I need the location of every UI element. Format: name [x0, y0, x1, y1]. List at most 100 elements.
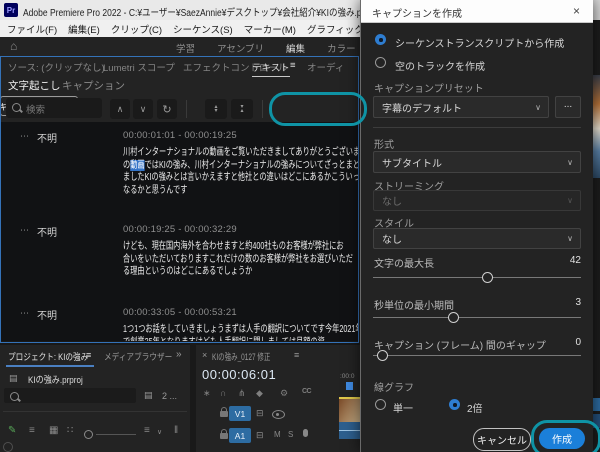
- panel-menu-icon[interactable]: ≡: [290, 60, 296, 73]
- audio-clip[interactable]: [339, 422, 360, 439]
- slider-track-2[interactable]: [373, 355, 581, 356]
- voiceover-record-mic-icon[interactable]: [303, 429, 308, 437]
- workspace-tab-1[interactable]: アセンブリ: [217, 41, 264, 55]
- transcript-line: の動画ではKIの強み、川村インターナショナルの強みについてざっとまとめ: [123, 156, 358, 168]
- freeform-view-icon[interactable]: ∷: [67, 425, 73, 436]
- close-icon[interactable]: ×: [573, 4, 580, 18]
- panel-tab-4[interactable]: オーディ: [307, 60, 344, 74]
- radio-from-transcript[interactable]: [375, 34, 386, 45]
- icon-view-icon[interactable]: ▦: [49, 425, 58, 436]
- transcript-search-input[interactable]: [6, 98, 102, 118]
- collapse-all-button[interactable]: ▾▴: [231, 99, 253, 119]
- linked-selection-icon[interactable]: ∩: [220, 388, 226, 398]
- menu-item-3[interactable]: シーケンス(S): [173, 22, 233, 36]
- next-match-button[interactable]: ∨: [133, 99, 153, 119]
- panel-tab-1[interactable]: Lumetri スコープ: [103, 60, 175, 74]
- subtab-1[interactable]: キャプション: [62, 78, 125, 93]
- retranscribe-icon-button[interactable]: ↻: [157, 99, 177, 119]
- transcript-text: る理由というのはどこにあるでしょうか: [123, 266, 252, 277]
- track-a1-badge[interactable]: A1: [229, 428, 251, 443]
- filter-media-icon[interactable]: ▤: [144, 390, 153, 401]
- lines-radio-1[interactable]: [449, 399, 460, 410]
- preset-more-button[interactable]: ...: [555, 96, 581, 118]
- format-value: サブタイトル: [382, 155, 442, 170]
- search-placeholder: 検索: [26, 102, 45, 116]
- timeline-settings-wrench-icon[interactable]: ⚙: [280, 388, 288, 399]
- transcript-line: 川村インターナショナルの動画をご覧いただきましてありがとうございます: [123, 143, 358, 155]
- close-sequence-icon[interactable]: ×: [202, 350, 207, 360]
- row-options-dots-icon[interactable]: ⋯: [20, 308, 29, 319]
- automate-sequence-icon[interactable]: ‖: [174, 425, 178, 436]
- premiere-app-icon: Pr: [4, 3, 18, 17]
- slider-label-1: 秒単位の最小期間: [374, 297, 454, 312]
- segment-timecode: 00:00:19:25 - 00:00:32:29: [123, 224, 237, 235]
- slider-handle-2[interactable]: [377, 350, 388, 361]
- radio-empty-track-label: 空のトラックを作成: [395, 58, 485, 73]
- annotation-circle-create-captions: [269, 92, 367, 126]
- toggle-track-output-eye-icon[interactable]: [272, 410, 285, 419]
- lines-radio-0[interactable]: [375, 399, 386, 410]
- workspace-tab-0[interactable]: 学習: [176, 41, 195, 55]
- transcript-row[interactable]: ⋯不明00:00:19:25 - 00:00:32:29けども、現在国内海外を合…: [0, 224, 358, 276]
- row-options-dots-icon[interactable]: ⋯: [20, 225, 29, 236]
- app-window: Pr Adobe Premiere Pro 2022 - C:¥ユーザー¥Sae…: [0, 0, 600, 452]
- zoom-slider-handle[interactable]: [84, 430, 93, 439]
- slider-handle-1[interactable]: [448, 312, 459, 323]
- list-view-icon[interactable]: ≡: [29, 425, 35, 436]
- solo-track-button[interactable]: S: [288, 430, 293, 439]
- sort-icon[interactable]: ≡: [144, 425, 150, 436]
- timeline-timecode[interactable]: 00:00:06:01: [202, 367, 276, 382]
- menu-item-4[interactable]: マーカー(M): [244, 22, 296, 36]
- sync-lock-icon[interactable]: ⊟: [256, 430, 264, 441]
- project-file-name[interactable]: KIの強み.prproj: [28, 372, 83, 386]
- slider-handle-0[interactable]: [482, 272, 493, 283]
- menu-item-1[interactable]: 編集(E): [68, 22, 100, 36]
- segment-timecode: 00:00:01:01 - 00:00:19:25: [123, 130, 237, 141]
- row-options-dots-icon[interactable]: ⋯: [20, 131, 29, 142]
- insert-overwrite-icon[interactable]: ⋔: [238, 388, 246, 399]
- workspace-tab-2[interactable]: 編集: [286, 41, 305, 55]
- panel-menu-icon[interactable]: ≡: [86, 350, 91, 360]
- project-tab-0[interactable]: プロジェクト: KIの強み: [8, 350, 88, 363]
- list-divider: [3, 411, 187, 412]
- panel-tab-0[interactable]: ソース: (クリップなし): [8, 60, 105, 74]
- lock-track-icon[interactable]: [220, 411, 228, 417]
- radio-empty-track[interactable]: [375, 57, 386, 68]
- cancel-button[interactable]: キャンセル: [473, 428, 531, 451]
- format-dropdown[interactable]: サブタイトル ∨: [373, 151, 581, 173]
- captions-icon[interactable]: CC: [302, 388, 311, 395]
- playhead-marker[interactable]: [346, 382, 353, 390]
- expand-all-button[interactable]: ▴▾: [205, 99, 227, 119]
- add-marker-icon[interactable]: ◆: [256, 388, 263, 399]
- lines-label: 線グラフ: [374, 379, 414, 394]
- slider-track-1[interactable]: [373, 317, 581, 318]
- lock-track-icon[interactable]: [220, 433, 228, 439]
- slider-track-0[interactable]: [373, 277, 581, 278]
- menu-item-0[interactable]: ファイル(F): [7, 22, 57, 36]
- toolbar-divider: [186, 100, 187, 118]
- transcript-row[interactable]: ⋯不明00:00:01:01 - 00:00:19:25川村インターナショナルの…: [0, 130, 358, 194]
- home-icon[interactable]: ⌂: [10, 39, 17, 53]
- track-v1-badge[interactable]: V1: [229, 406, 251, 421]
- edit-pencil-icon[interactable]: ✎: [8, 425, 16, 436]
- sequence-tab[interactable]: KIの強み_0127 修正: [212, 350, 270, 363]
- project-tab-1[interactable]: メディアブラウザー: [104, 350, 172, 363]
- workspace-tab-3[interactable]: カラー: [327, 41, 356, 55]
- clip-sliver: [593, 398, 600, 411]
- zoom-slider-track[interactable]: [96, 434, 136, 435]
- snap-icon[interactable]: ∗: [203, 388, 211, 399]
- subtab-0[interactable]: 文字起こし: [8, 78, 61, 98]
- mute-track-button[interactable]: M: [274, 430, 281, 439]
- project-search-input[interactable]: [4, 388, 136, 403]
- panel-overflow-chevron[interactable]: »: [176, 349, 182, 360]
- video-clip[interactable]: [339, 397, 360, 422]
- panel-menu-icon[interactable]: ≡: [294, 350, 299, 360]
- style-dropdown[interactable]: なし ∨: [373, 228, 581, 249]
- prev-match-button[interactable]: ∧: [110, 99, 130, 119]
- sync-lock-icon[interactable]: ⊟: [256, 408, 264, 419]
- menu-item-2[interactable]: クリップ(C): [111, 22, 162, 36]
- preset-dropdown[interactable]: 字幕のデフォルト ∨: [373, 96, 549, 118]
- transcript-row[interactable]: ⋯不明00:00:33:05 - 00:00:53:211つ1つお話をしていきま…: [0, 307, 358, 341]
- expand-icon: ▴▾: [214, 105, 217, 113]
- dialog-title: キャプションを作成: [372, 5, 462, 20]
